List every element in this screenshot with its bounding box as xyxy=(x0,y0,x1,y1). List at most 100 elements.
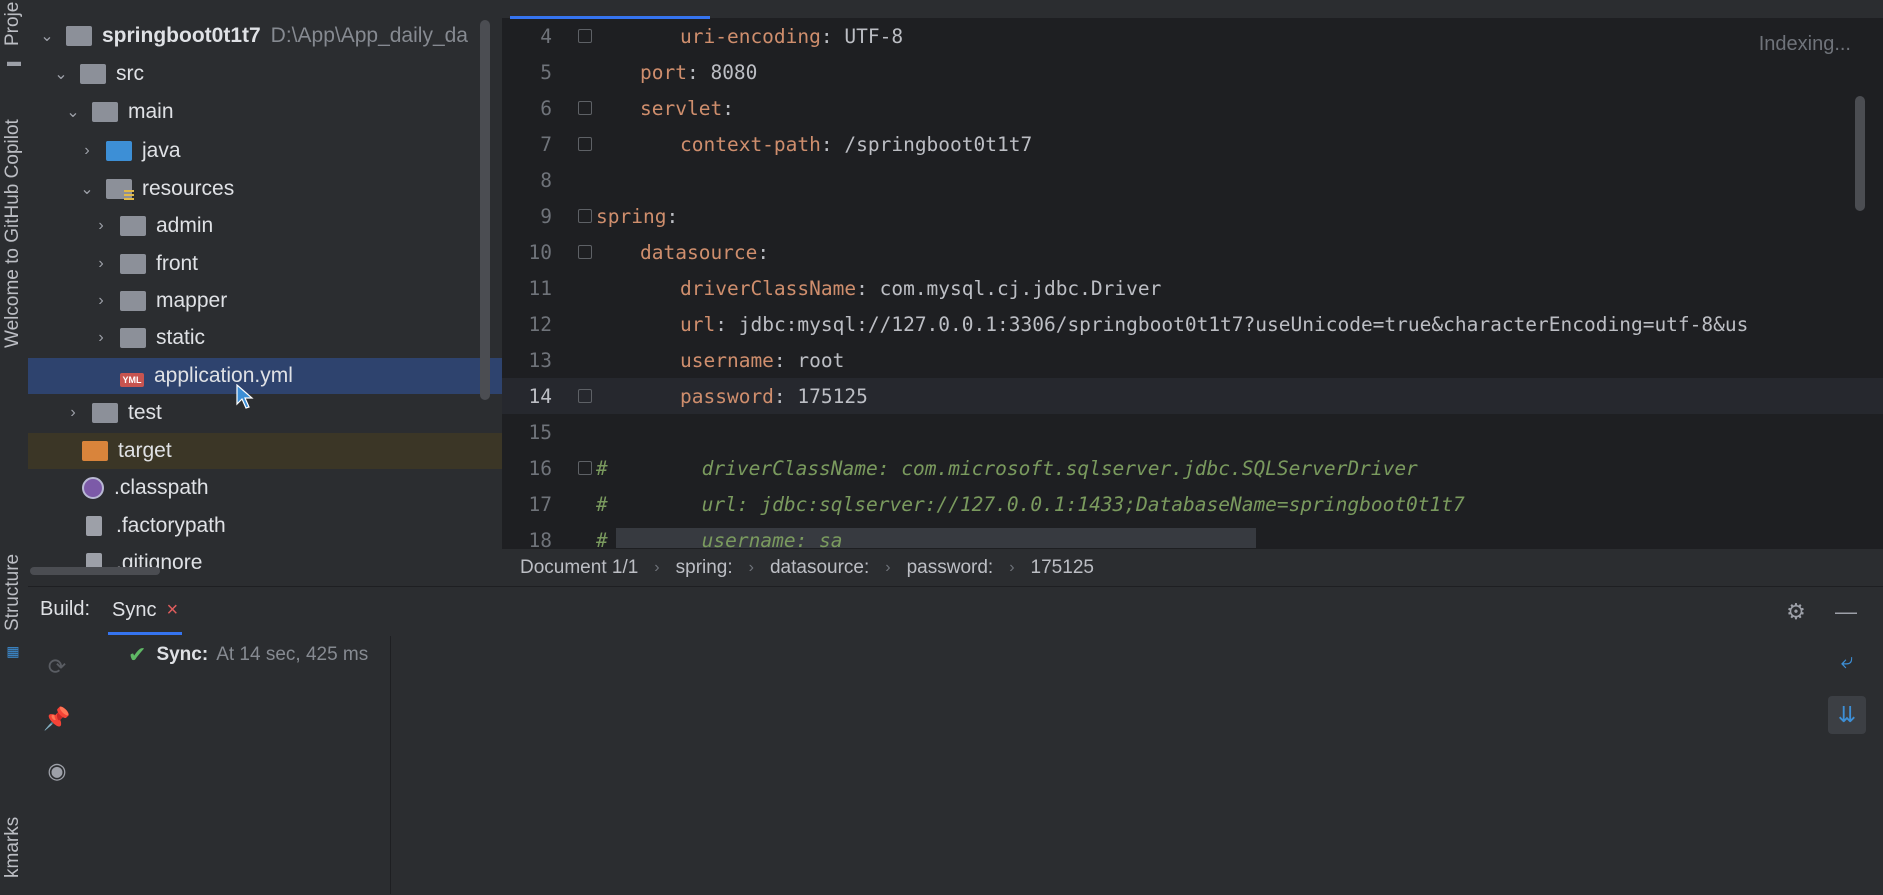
folder-icon xyxy=(80,64,106,84)
refresh-icon[interactable]: ⟳ xyxy=(40,650,74,684)
chevron-down-icon[interactable]: ⌄ xyxy=(38,26,56,46)
mouse-pointer-icon xyxy=(236,384,254,409)
code-line-current: 14 password: 175125 xyxy=(502,378,1883,414)
yaml-value: root xyxy=(797,348,845,372)
chevron-right-icon[interactable]: › xyxy=(64,404,82,422)
tree-item-target[interactable]: target xyxy=(28,433,502,469)
tree-item-label: target xyxy=(118,439,172,462)
source-folder-icon xyxy=(106,141,132,161)
chevron-right-icon[interactable]: › xyxy=(92,292,110,310)
chevron-down-icon[interactable]: ⌄ xyxy=(64,102,82,122)
tab-sync-label: Sync xyxy=(112,598,157,621)
build-result-row[interactable]: ✔ Sync: At 14 sec, 425 ms xyxy=(128,642,368,668)
breadcrumb-item[interactable]: spring: xyxy=(676,557,733,579)
tree-item-java[interactable]: › java xyxy=(28,133,502,169)
chevron-down-icon[interactable]: ⌄ xyxy=(78,179,96,199)
breadcrumb-item[interactable]: datasource: xyxy=(770,557,869,579)
breadcrumb-item[interactable]: 175125 xyxy=(1031,557,1094,579)
yaml-value: jdbc:mysql://127.0.0.1:3306/springboot0t… xyxy=(738,312,1749,336)
fold-marker-icon[interactable] xyxy=(578,29,592,43)
copilot-tool-tab[interactable]: Welcome to GitHub Copilot xyxy=(2,104,24,364)
yaml-key: username xyxy=(680,348,774,372)
tree-item-application-yml[interactable]: YML application.yml xyxy=(28,358,502,394)
fold-marker-icon[interactable] xyxy=(578,461,592,475)
close-icon[interactable]: × xyxy=(166,599,178,622)
soft-wrap-icon[interactable]: ⤶ xyxy=(1830,644,1864,678)
gear-icon[interactable]: ⚙ xyxy=(1780,596,1812,628)
tree-item-main[interactable]: ⌄ main xyxy=(28,94,502,130)
chevron-down-icon[interactable]: ⌄ xyxy=(52,64,70,84)
yaml-separator: : xyxy=(773,348,798,372)
folder-icon xyxy=(92,102,118,122)
yaml-key: servlet xyxy=(640,96,723,120)
tree-item-static[interactable]: › static xyxy=(28,320,502,356)
yaml-separator: : xyxy=(820,132,845,156)
yaml-key: datasource xyxy=(640,240,758,264)
yaml-value: UTF-8 xyxy=(844,24,904,48)
chevron-right-icon[interactable]: › xyxy=(78,142,96,160)
tree-item-label: src xyxy=(116,62,144,85)
chevron-right-icon[interactable]: › xyxy=(92,217,110,235)
breadcrumb: Document 1/1 › spring: › datasource: › p… xyxy=(502,548,1883,586)
tree-item-gitignore[interactable]: .gitignore xyxy=(28,545,502,581)
tree-item-admin[interactable]: › admin xyxy=(28,208,502,244)
bookmarks-tool-label: kmarks xyxy=(2,816,23,878)
bookmarks-tool-tab[interactable]: kmarks xyxy=(2,800,24,894)
tree-item-front[interactable]: › front xyxy=(28,246,502,282)
tree-item-classpath[interactable]: .classpath xyxy=(28,470,502,506)
folder-icon xyxy=(92,403,118,423)
project-vertical-scrollbar[interactable] xyxy=(480,20,490,400)
line-number: 18 xyxy=(528,528,552,549)
text-file-icon xyxy=(86,516,102,536)
chevron-right-icon: › xyxy=(654,558,660,576)
line-number: 14 xyxy=(528,384,552,408)
editor-tab-application-yml[interactable] xyxy=(510,0,710,19)
fold-marker-icon[interactable] xyxy=(578,209,592,223)
code-line: 11 driverClassName: com.mysql.cj.jdbc.Dr… xyxy=(502,270,1883,306)
breadcrumb-item[interactable]: password: xyxy=(907,557,994,579)
eye-icon[interactable]: ◉ xyxy=(40,754,74,788)
tree-root-row[interactable]: ⌄ springboot0t1t7 D:\App\App_daily_da xyxy=(28,18,502,54)
folder-icon: ▬ xyxy=(7,53,21,69)
project-tool-tab[interactable]: Proje xyxy=(2,0,24,48)
build-result-detail: At 14 sec, 425 ms xyxy=(216,644,369,665)
horizontal-scrollbar[interactable] xyxy=(30,567,160,575)
tree-item-label: resources xyxy=(142,177,235,200)
chevron-right-icon[interactable]: › xyxy=(92,329,110,347)
tree-item-label: admin xyxy=(156,214,214,237)
yaml-key: uri-encoding xyxy=(680,24,821,48)
fold-marker-icon[interactable] xyxy=(578,137,592,151)
tree-item-label: .factorypath xyxy=(116,514,226,537)
pin-icon[interactable]: 📌 xyxy=(40,702,74,736)
code-line: 16 # driverClassName: com.microsoft.sqls… xyxy=(502,450,1883,486)
project-tool-label: Proje xyxy=(2,1,23,47)
tree-item-mapper[interactable]: › mapper xyxy=(28,283,502,319)
tree-item-factorypath[interactable]: .factorypath xyxy=(28,508,502,544)
yaml-separator: : xyxy=(757,240,770,264)
tree-item-label: application.yml xyxy=(154,364,293,387)
yaml-separator: : xyxy=(722,96,734,120)
tree-item-label: java xyxy=(142,139,181,162)
tree-item-src[interactable]: ⌄ src xyxy=(28,56,502,92)
code-line: 15 xyxy=(502,414,1883,450)
fold-marker-icon[interactable] xyxy=(578,101,592,115)
structure-tool-tab[interactable]: Structure xyxy=(2,545,24,640)
scroll-to-end-icon[interactable]: ⇊ xyxy=(1828,696,1866,734)
module-folder-icon xyxy=(66,26,92,46)
line-number: 16 xyxy=(528,456,552,480)
fold-marker-icon[interactable] xyxy=(578,389,592,403)
build-tree xyxy=(88,636,391,894)
line-number: 13 xyxy=(528,348,552,372)
chevron-right-icon: › xyxy=(885,558,891,576)
breadcrumb-document[interactable]: Document 1/1 xyxy=(520,557,638,579)
chevron-right-icon[interactable]: › xyxy=(92,255,110,273)
code-line: 7 context-path: /springboot0t1t7 xyxy=(502,126,1883,162)
chevron-right-icon: › xyxy=(1009,558,1015,576)
build-panel-title: Build: xyxy=(40,598,91,620)
yaml-separator: : xyxy=(666,204,679,228)
tree-item-test[interactable]: › test xyxy=(28,395,502,431)
minimize-icon[interactable]: — xyxy=(1830,596,1862,628)
tab-sync[interactable]: Sync × xyxy=(108,588,183,635)
tree-item-resources[interactable]: ⌄ resources xyxy=(28,171,502,207)
fold-marker-icon[interactable] xyxy=(578,245,592,259)
